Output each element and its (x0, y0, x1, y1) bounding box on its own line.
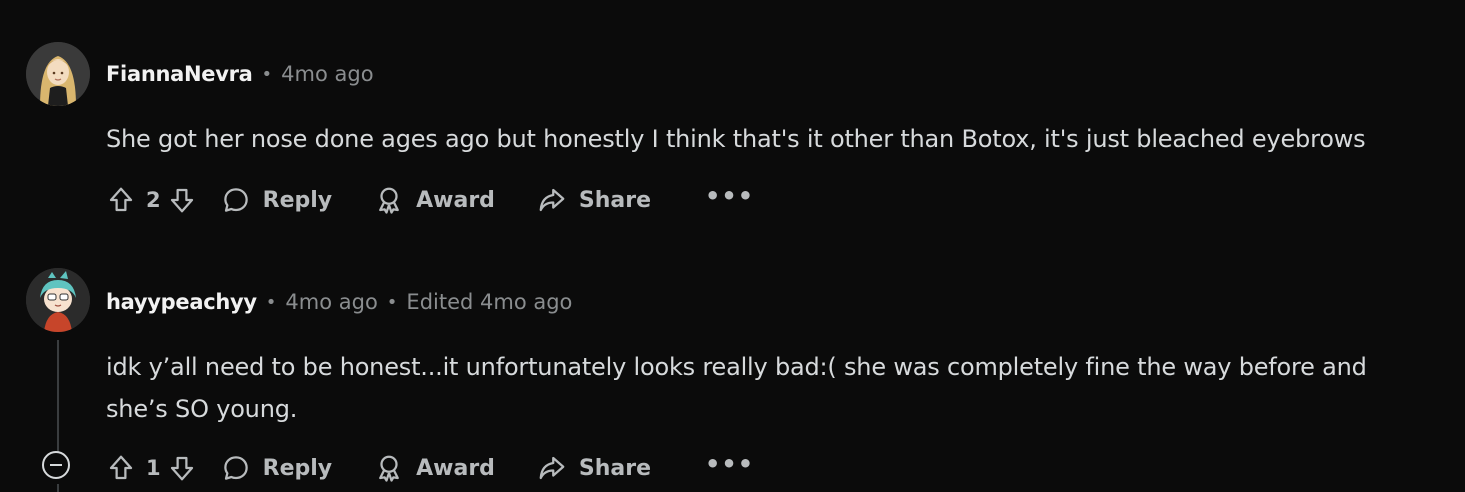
edited-label: Edited 4mo ago (406, 290, 573, 314)
comment-meta: FiannaNevra • 4mo ago (106, 62, 374, 86)
award-ribbon-icon (379, 187, 399, 214)
user-avatar[interactable] (26, 268, 90, 332)
separator-dot: • (386, 291, 398, 313)
share-arrow-icon (539, 456, 565, 480)
award-button[interactable]: Award (374, 453, 495, 483)
reply-label: Reply (262, 455, 333, 481)
avatar-blonde-girl-icon (26, 42, 90, 106)
downvote-icon[interactable] (165, 451, 199, 485)
comment-actions: 1 Reply Award Share ••• (104, 448, 754, 488)
timestamp[interactable]: 4mo ago (281, 62, 373, 86)
vote-controls: 2 (104, 183, 199, 217)
upvote-icon[interactable] (104, 451, 138, 485)
minus-icon (50, 464, 62, 466)
reply-label: Reply (262, 187, 333, 213)
share-label: Share (578, 455, 652, 481)
reply-button[interactable]: Reply (221, 185, 333, 215)
separator-dot: • (265, 291, 277, 313)
reply-button[interactable]: Reply (221, 453, 333, 483)
vote-controls: 1 (104, 451, 199, 485)
comment-meta: hayypeachyy • 4mo ago • Edited 4mo ago (106, 290, 572, 314)
share-button[interactable]: Share (537, 453, 651, 483)
award-label: Award (416, 455, 495, 481)
thread-line[interactable] (57, 340, 59, 458)
vote-count: 2 (146, 188, 161, 212)
user-avatar[interactable] (26, 42, 90, 106)
more-options-button[interactable]: ••• (705, 452, 754, 482)
comment-actions: 2 Reply Award Share ••• (104, 180, 754, 220)
comment-text-line: She got her nose done ages ago but hones… (106, 125, 1366, 153)
comment-text-line: she’s SO young. (106, 395, 298, 423)
share-button[interactable]: Share (537, 185, 651, 215)
award-label: Award (416, 187, 495, 213)
vote-count: 1 (146, 456, 161, 480)
comment-body: She got her nose done ages ago but hones… (106, 118, 1436, 160)
thread-line (57, 484, 59, 492)
timestamp[interactable]: 4mo ago (285, 290, 377, 314)
share-label: Share (578, 187, 652, 213)
upvote-icon[interactable] (104, 183, 138, 217)
comment-fiannanevra: FiannaNevra • 4mo ago She got her nose d… (0, 0, 1465, 240)
username[interactable]: hayypeachyy (106, 290, 257, 314)
downvote-icon[interactable] (165, 183, 199, 217)
comment-bubble-icon (223, 456, 248, 480)
avatar-teal-hair-character-icon (26, 268, 90, 332)
collapse-thread-icon[interactable] (42, 451, 70, 479)
share-arrow-icon (539, 188, 565, 212)
comment-hayypeachyy: hayypeachyy • 4mo ago • Edited 4mo ago i… (0, 240, 1465, 492)
award-button[interactable]: Award (374, 185, 495, 215)
comment-bubble-icon (223, 188, 248, 212)
comment-text-line: idk y’all need to be honest...it unfortu… (106, 353, 1367, 381)
comment-body: idk y’all need to be honest...it unfortu… (106, 346, 1436, 430)
more-options-button[interactable]: ••• (705, 184, 754, 214)
award-ribbon-icon (379, 455, 399, 482)
username[interactable]: FiannaNevra (106, 62, 253, 86)
separator-dot: • (261, 63, 273, 85)
